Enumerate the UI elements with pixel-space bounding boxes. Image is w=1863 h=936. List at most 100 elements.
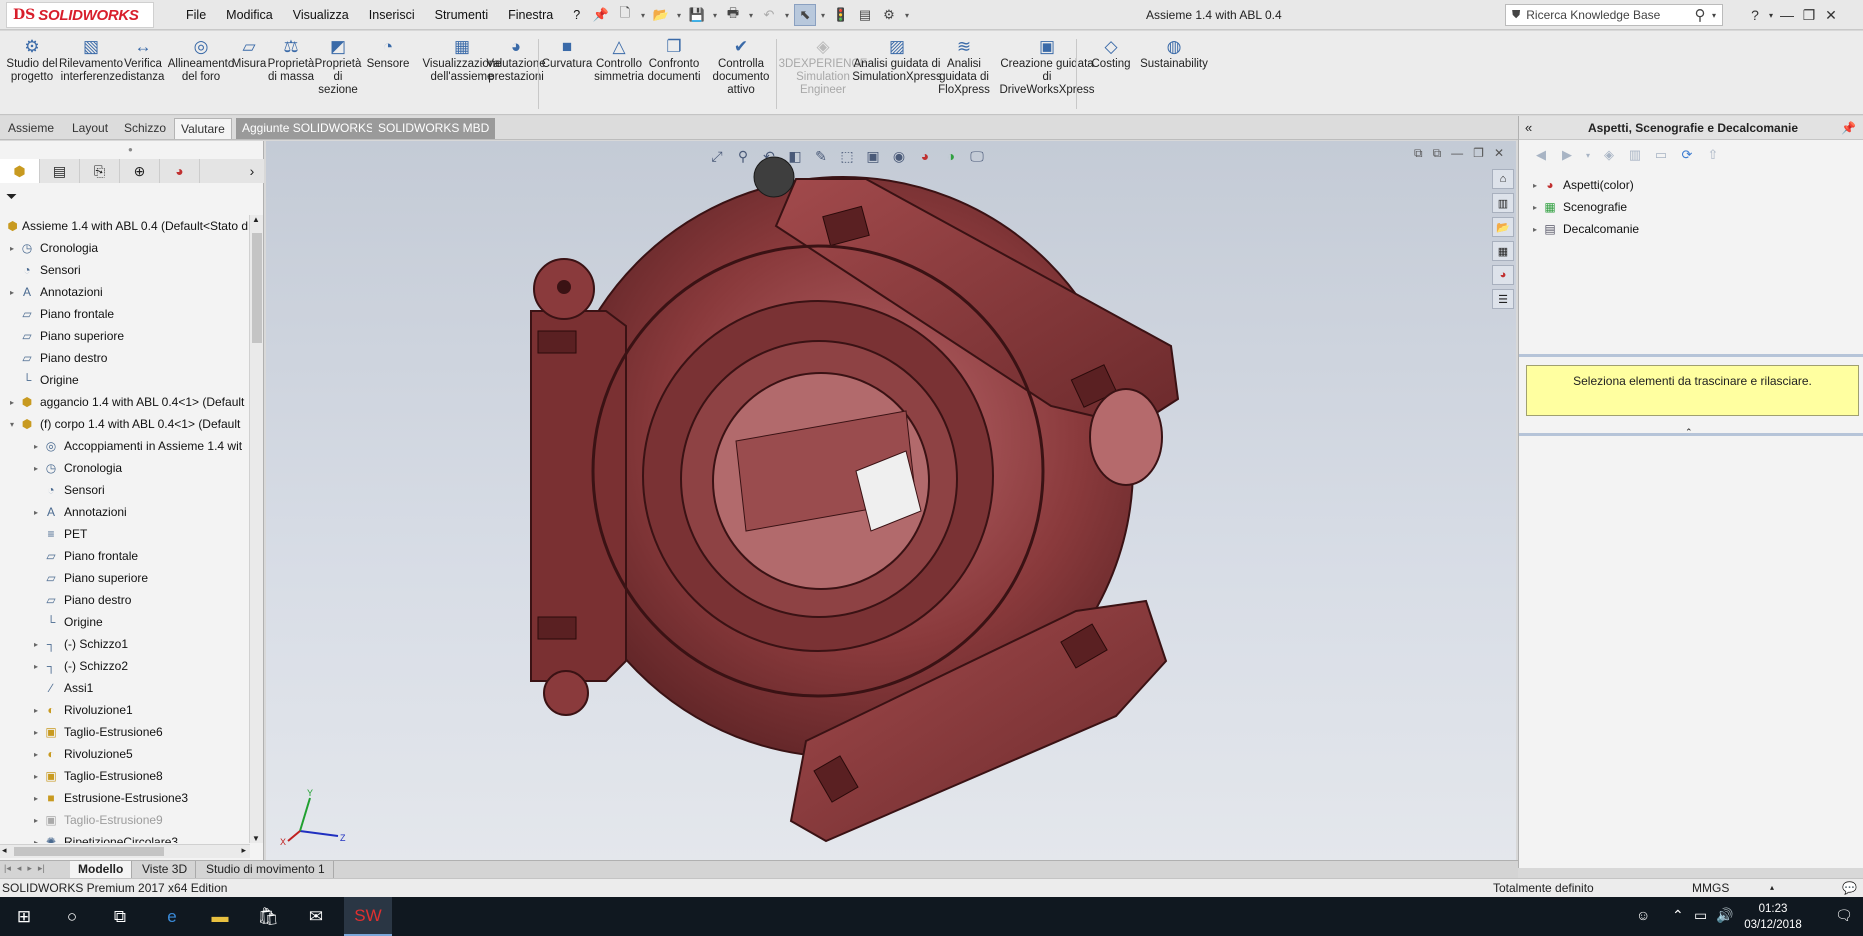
tree-item[interactable]: ▸ ▣ Taglio-Estrusione8 xyxy=(0,765,248,787)
menu-item-strumenti[interactable]: Strumenti xyxy=(425,0,499,30)
driveworksxpress-button[interactable]: ▣ Creazione guidata di DriveWorksXpress xyxy=(1000,35,1095,97)
add-to-library-icon[interactable]: ◈ xyxy=(1599,147,1619,163)
help-button[interactable]: ? xyxy=(1744,7,1766,23)
expand-icon[interactable]: ▸ xyxy=(6,244,18,253)
appearance-tree-item[interactable]: ▸ ◕ Aspetti(color) xyxy=(1519,174,1863,196)
3d-model[interactable] xyxy=(266,141,1516,863)
expand-icon[interactable]: ▸ xyxy=(6,398,18,407)
last-tab-icon[interactable]: ▸| xyxy=(38,863,45,874)
search-dropdown-icon[interactable]: ▾ xyxy=(1712,11,1722,20)
configuration-manager-tab-icon[interactable]: ⎘ xyxy=(80,159,120,183)
sensore-button[interactable]: ◔ Sensore xyxy=(366,35,410,71)
new-dropdown-icon[interactable]: ▾ xyxy=(638,11,648,20)
expand-icon[interactable]: ▸ xyxy=(30,442,42,451)
scroll-up-icon[interactable]: ▲ xyxy=(252,215,260,224)
tree-item[interactable]: ≡ PET xyxy=(0,523,248,545)
tree-item[interactable]: ▱ Piano superiore xyxy=(0,325,248,347)
tree-horizontal-scrollbar[interactable]: ◂ ▸ xyxy=(0,844,250,858)
next-tab-icon[interactable]: ▸ xyxy=(27,863,32,874)
units-system[interactable]: MMGS xyxy=(1692,881,1729,895)
proprieta-sezione-button[interactable]: ◩ Proprietà di sezione xyxy=(315,35,362,97)
search-input[interactable]: Ricerca Knowledge Base xyxy=(1520,8,1688,22)
menu-item-finestra[interactable]: Finestra xyxy=(498,0,563,30)
verifica-distanza-button[interactable]: ↔ Verifica distanza xyxy=(122,35,165,84)
expand-icon[interactable]: ▸ xyxy=(30,662,42,671)
expand-icon[interactable]: ▸ xyxy=(6,288,18,297)
options-dropdown-icon[interactable]: ▾ xyxy=(902,11,912,20)
tab-solidworks-mbd[interactable]: SOLIDWORKS MBD xyxy=(372,118,496,139)
tree-item[interactable]: ▸ ◎ Accoppiamenti in Assieme 1.4 wit xyxy=(0,435,248,457)
left-boss-top-hole[interactable] xyxy=(557,280,571,294)
tree-filter[interactable]: ⏷ xyxy=(0,188,264,206)
tray-expand-icon[interactable]: ⌃ xyxy=(1672,907,1684,924)
open-dropdown-icon[interactable]: ▾ xyxy=(674,11,684,20)
cortana-icon[interactable]: ○ xyxy=(48,897,96,936)
expand-icon[interactable]: ▸ xyxy=(30,794,42,803)
taskbar-clock[interactable]: 01:23 03/12/2018 xyxy=(1733,901,1813,933)
comments-icon[interactable]: 💬 xyxy=(1842,881,1857,895)
tab-aggiunte-solidworks[interactable]: Aggiunte SOLIDWORKS xyxy=(236,118,381,139)
left-bracket-slot-bottom[interactable] xyxy=(537,616,577,640)
file-properties-icon[interactable]: ▤ xyxy=(854,4,876,26)
left-bracket-slot-top[interactable] xyxy=(537,330,577,354)
tree-item[interactable]: └ Origine xyxy=(0,369,248,391)
first-tab-icon[interactable]: |◂ xyxy=(4,863,11,874)
controlla-documento-button[interactable]: ✔ Controlla documento attivo xyxy=(700,35,782,97)
restore-icon[interactable]: ❐ xyxy=(1798,7,1820,24)
tree-item[interactable]: ▱ Piano frontale xyxy=(0,545,248,567)
proprieta-massa-button[interactable]: ⚖ Proprietà di massa xyxy=(266,35,316,84)
3dexperience-button[interactable]: ◈ 3DEXPERIENCE Simulation Engineer xyxy=(779,35,868,97)
expand-icon[interactable]: ▸ xyxy=(30,640,42,649)
people-icon[interactable]: ☺ xyxy=(1636,907,1650,923)
expand-icon[interactable]: ▸ xyxy=(1529,203,1541,212)
store-icon[interactable]: 🛍 xyxy=(244,897,292,936)
tree-item[interactable]: ⬢ Assieme 1.4 with ABL 0.4 (Default<Stato… xyxy=(0,215,248,237)
search-icon[interactable]: ⚲ xyxy=(1688,6,1712,24)
expand-icon[interactable]: ▸ xyxy=(30,816,42,825)
pin-pane-icon[interactable]: 📌 xyxy=(1841,121,1857,135)
expand-icon[interactable]: ▸ xyxy=(30,508,42,517)
appearance-tree-item[interactable]: ▸ ▦ Scenografie xyxy=(1519,196,1863,218)
expand-icon[interactable]: ▸ xyxy=(30,464,42,473)
pane-splitter-grip-icon[interactable]: ⌃ xyxy=(1685,427,1693,438)
floxpress-button[interactable]: ≋ Analisi guidata di FloXpress xyxy=(936,35,992,97)
new-document-icon[interactable]: 🗋 xyxy=(614,4,636,26)
edge-icon[interactable]: e xyxy=(148,897,196,936)
panel-expand-icon[interactable]: › xyxy=(240,159,264,183)
tree-item[interactable]: ▱ Piano destro xyxy=(0,347,248,369)
knowledge-base-search[interactable]: ⛊ Ricerca Knowledge Base ⚲ ▾ xyxy=(1505,4,1723,26)
tab-assieme[interactable]: Assieme xyxy=(2,118,60,139)
misura-button[interactable]: ▱ Misura xyxy=(232,35,267,71)
panel-grip[interactable]: ● xyxy=(128,145,133,154)
tree-item[interactable]: ◔ Sensori xyxy=(0,479,248,501)
tab-schizzo[interactable]: Schizzo xyxy=(118,118,172,139)
tab-layout[interactable]: Layout xyxy=(66,118,114,139)
save-dropdown-icon[interactable]: ▾ xyxy=(710,11,720,20)
tree-item[interactable]: ▱ Piano destro xyxy=(0,589,248,611)
options-icon[interactable]: ⚙ xyxy=(878,4,900,26)
select-dropdown-icon[interactable]: ▾ xyxy=(818,11,828,20)
volume-icon[interactable]: 🔊 xyxy=(1716,907,1733,924)
tree-vertical-scrollbar[interactable]: ▲ ▼ xyxy=(249,215,263,843)
tree-item[interactable]: ▸ ◐ Rivoluzione1 xyxy=(0,699,248,721)
prev-tab-icon[interactable]: ◂ xyxy=(17,863,22,874)
new-folder-icon[interactable]: ▭ xyxy=(1651,147,1671,163)
units-dropdown-icon[interactable]: ▴ xyxy=(1770,883,1774,892)
help-dropdown-icon[interactable]: ▾ xyxy=(1766,11,1776,20)
filter-icon[interactable]: ⏷ xyxy=(6,188,17,205)
tree-item[interactable]: ▾ ⬢ (f) corpo 1.4 with ABL 0.4<1> (Default xyxy=(0,413,248,435)
side-port[interactable] xyxy=(1089,388,1163,486)
tree-item[interactable]: ▸ ◐ Rivoluzione5 xyxy=(0,743,248,765)
left-boss-bottom[interactable] xyxy=(543,670,589,716)
bottom-tab-viste-3d[interactable]: Viste 3D xyxy=(134,861,197,878)
rebuild-icon[interactable]: 🚦 xyxy=(830,4,852,26)
sustainability-button[interactable]: ◍ Sustainability xyxy=(1136,35,1212,71)
tree-item[interactable]: ▸ ■ Estrusione-Estrusione3 xyxy=(0,787,248,809)
back-icon[interactable]: ◀ xyxy=(1531,147,1551,163)
studio-progetto-button[interactable]: ⚙ Studio del progetto xyxy=(6,35,58,84)
forward-dropdown-icon[interactable]: ▾ xyxy=(1583,151,1593,160)
controllo-simmetria-button[interactable]: △ Controllo simmetria xyxy=(592,35,646,84)
menu-item-inserisci[interactable]: Inserisci xyxy=(359,0,425,30)
top-knob[interactable] xyxy=(753,156,795,198)
tree-item[interactable]: ▸ A Annotazioni xyxy=(0,281,248,303)
